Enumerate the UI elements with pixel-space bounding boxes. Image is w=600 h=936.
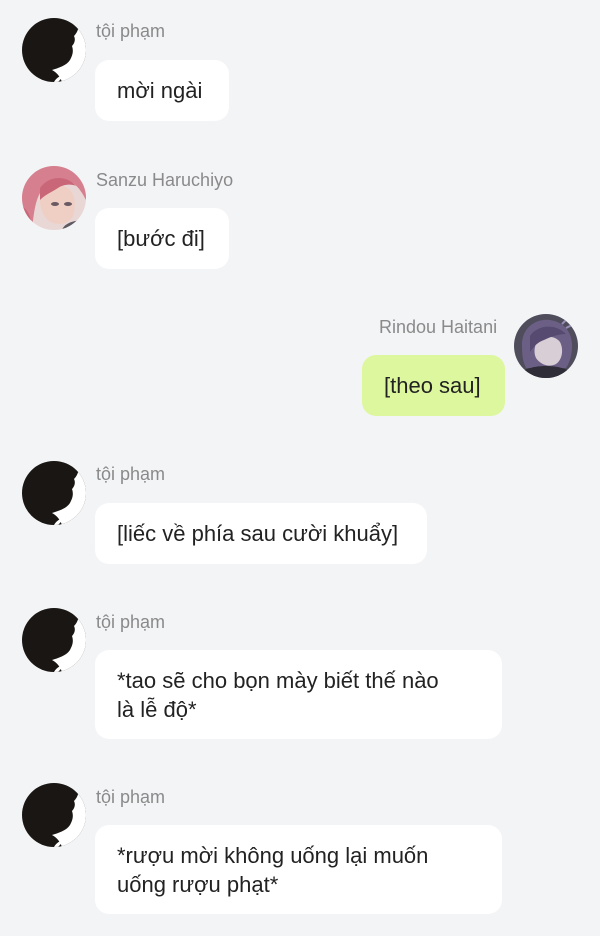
silhouette-avatar-icon[interactable] — [22, 783, 86, 847]
message-bubble[interactable]: *tao sẽ cho bọn mày biết thế nào là lễ đ… — [95, 650, 502, 739]
message-bubble[interactable]: [bước đi] — [95, 208, 229, 269]
message-bubble-outgoing[interactable]: [theo sau] — [362, 355, 505, 416]
silhouette-avatar-icon[interactable] — [22, 608, 86, 672]
sender-name: tội phạm — [96, 787, 166, 807]
sender-name: Sanzu Haruchiyo — [96, 170, 234, 190]
sender-name: tội phạm — [96, 21, 166, 41]
silhouette-avatar-icon[interactable] — [22, 461, 86, 525]
message-bubble[interactable]: *rượu mời không uống lại muốn uống rượu … — [95, 825, 502, 914]
sender-name: tội phạm — [96, 464, 166, 484]
sender-name: tội phạm — [96, 612, 166, 632]
message-bubble[interactable]: [liếc về phía sau cười khuẩy] — [95, 503, 427, 564]
message-bubble[interactable]: mời ngài — [95, 60, 229, 121]
purple-haired-character-avatar-icon[interactable] — [514, 314, 578, 378]
chat-thread: tội phạm mời ngài Sanzu Haruchiyo [bước … — [0, 0, 600, 936]
sender-name: Rindou Haitani — [379, 317, 498, 337]
silhouette-avatar-icon[interactable] — [22, 18, 86, 82]
pink-haired-character-avatar-icon[interactable] — [22, 166, 86, 230]
